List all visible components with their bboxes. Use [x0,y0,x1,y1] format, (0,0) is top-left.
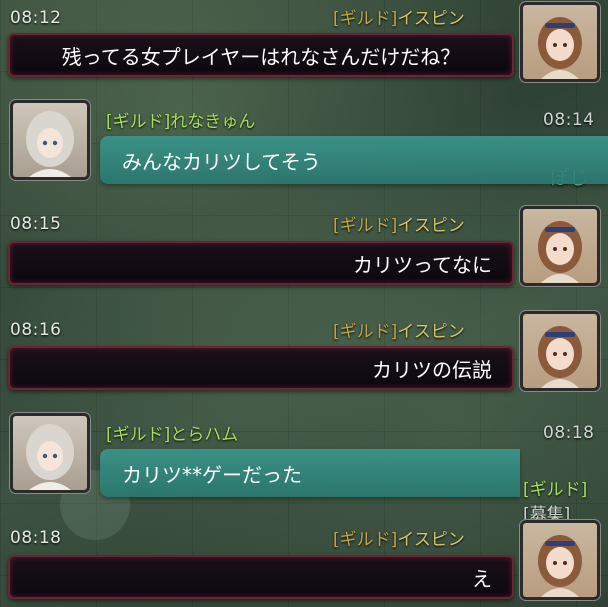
message-timestamp: 08:15 [10,214,62,234]
avatar-portrait-icon [538,535,582,597]
message-bubble: みんなカリツしてそう [100,136,608,184]
channel-tag: [ギルド] [333,216,398,236]
sender-name: れなきゅん [170,112,256,132]
message-text: え [472,566,492,591]
sender-name: イスピン [397,530,465,550]
message-sender: [ギルド]イスピン [333,317,465,342]
channel-tag: [ギルド] [333,322,398,342]
sender-name: イスピン [397,216,465,236]
sender-name: イスピン [397,322,465,342]
message-sender: [ギルド]イスピン [333,4,465,29]
message-bubble: カリツの伝説 [8,346,514,390]
message-timestamp: 08:18 [543,423,595,443]
message-sender: [ギルド]れなきゅん [106,107,255,132]
channel-tag: [ギルド] [106,112,171,132]
message-bubble: え [8,555,514,599]
sender-name: とらハム [170,425,239,445]
background-fragment-text: [ギルド] [523,480,588,500]
message-bubble: カリツ**ゲーだった [100,449,520,497]
message-text: 残ってる女プレイヤーはれなさんだけだね？ [61,44,461,69]
message-text: カリツの伝説 [372,357,492,382]
avatar-portrait-icon [26,111,74,177]
message-timestamp: 08:16 [10,320,62,340]
message-sender: [ギルド]とらハム [106,420,238,445]
player-avatar[interactable] [9,99,91,181]
message-sender: [ギルド]イスピン [333,211,465,236]
channel-tag: [ギルド] [106,425,171,445]
channel-tag: [ギルド] [333,9,398,29]
avatar-portrait-icon [538,326,582,388]
avatar-portrait-icon [26,424,74,490]
player-avatar[interactable] [519,310,601,392]
message-sender: [ギルド]イスピン [333,525,465,550]
channel-tag: [ギルド] [333,530,398,550]
sender-name: イスピン [397,9,465,29]
message-timestamp: 08:14 [543,110,595,130]
message-timestamp: 08:12 [10,8,62,28]
message-text: みんなカリツしてそう [122,149,321,174]
message-bubble: カリツってなに [8,241,514,285]
message-text: カリツってなに [353,252,492,277]
avatar-portrait-icon [538,17,582,79]
player-avatar[interactable] [519,1,601,83]
player-avatar[interactable] [9,412,91,494]
message-timestamp: 08:18 [10,528,62,548]
player-avatar[interactable] [519,205,601,287]
avatar-portrait-icon [538,221,582,283]
message-text: カリツ**ゲーだった [122,462,302,487]
player-avatar[interactable] [519,519,601,601]
message-bubble: 残ってる女プレイヤーはれなさんだけだね？ [8,33,514,77]
